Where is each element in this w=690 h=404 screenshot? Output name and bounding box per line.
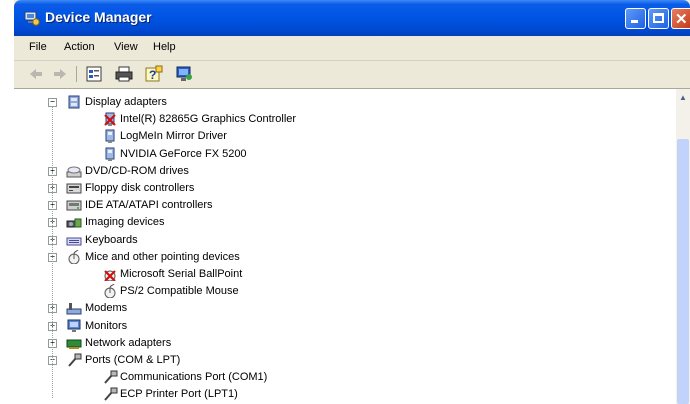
tree-category[interactable]: + IDE ATA/ATAPI controllers — [14, 197, 674, 214]
tree-category[interactable]: + Network adapters — [14, 335, 674, 352]
tree-category[interactable]: + DVD/CD-ROM drives — [14, 163, 674, 180]
tree-item-label: Keyboards — [85, 233, 138, 246]
tree-guide-line — [52, 106, 53, 399]
cdrom-icon — [66, 166, 82, 178]
svg-text:?: ? — [149, 68, 156, 82]
tree-item-label: DVD/CD-ROM drives — [85, 164, 189, 177]
forward-arrow-icon[interactable] — [50, 65, 70, 83]
network-adapter-icon — [66, 339, 82, 349]
tree-item-label: Modems — [85, 302, 128, 315]
window-title: Device Manager — [45, 9, 152, 25]
tree-device[interactable]: LogMeIn Mirror Driver — [14, 128, 674, 145]
tree-item-label: PS/2 Compatible Mouse — [120, 285, 239, 298]
tree-item-label: Monitors — [85, 319, 128, 332]
tree-item-label: Microsoft Serial BallPoint — [120, 268, 243, 280]
back-arrow-icon[interactable] — [26, 65, 46, 83]
mouse-icon — [68, 249, 80, 264]
help-icon[interactable]: ? — [144, 65, 164, 83]
mouse-disabled-icon — [104, 270, 116, 281]
device-tree[interactable]: − Display adapters Intel(R) 82865G Graphic… — [14, 89, 676, 404]
monitor-icon — [67, 319, 81, 332]
display-device-icon — [105, 129, 115, 144]
scroll-up-icon[interactable]: ▲ — [679, 93, 687, 102]
tree-item-label: NVIDIA GeForce FX 5200 — [120, 147, 247, 160]
tree-item-label: Mice and other pointing devices — [85, 250, 240, 263]
tree-category[interactable]: − Mice and other pointing devices — [14, 249, 674, 266]
floppy-controller-icon — [66, 183, 82, 194]
close-button[interactable]: ✕ — [671, 8, 690, 29]
tree-category[interactable]: − Display adapters — [14, 94, 674, 111]
tree-category[interactable]: + Imaging devices — [14, 214, 674, 231]
title-bar[interactable]: Device Manager ✕ — [14, 0, 690, 36]
port-icon — [68, 353, 82, 367]
tree-category[interactable]: + Keyboards — [14, 232, 674, 249]
minimize-button[interactable] — [625, 8, 646, 29]
properties-icon[interactable] — [84, 65, 104, 83]
tree-category[interactable]: + Modems — [14, 300, 674, 317]
tree-device[interactable]: Intel(R) 82865G Graphics Controller — [14, 111, 674, 128]
scan-hardware-icon[interactable] — [174, 65, 194, 83]
port-icon — [104, 370, 118, 384]
tree-item-label: Ports (COM & LPT) — [85, 354, 181, 366]
tree-item-label: ECP Printer Port (LPT1) — [120, 388, 238, 401]
display-adapter-icon — [68, 95, 80, 109]
maximize-button[interactable] — [648, 8, 669, 29]
toolbar-separator — [76, 66, 77, 82]
vertical-scrollbar[interactable]: ▲ — [676, 89, 690, 404]
tree-device[interactable]: Communications Port (COM1) — [14, 369, 674, 386]
tree-item-label: Intel(R) 82865G Graphics Controller — [120, 113, 297, 126]
menu-bar: File Action View Help — [14, 36, 690, 61]
maximize-icon — [653, 13, 664, 23]
menu-file[interactable]: File — [29, 41, 47, 53]
mouse-icon — [104, 284, 116, 299]
tree-item-label: Display adapters — [85, 96, 167, 108]
tree-item-label: IDE ATA/ATAPI controllers — [85, 199, 213, 212]
menu-view[interactable]: View — [114, 41, 138, 53]
device-manager-icon — [24, 11, 40, 26]
tree-category[interactable]: − Ports (COM & LPT) — [14, 352, 674, 369]
port-icon — [104, 387, 118, 402]
print-icon[interactable] — [114, 65, 134, 83]
tree-category[interactable]: + Monitors — [14, 318, 674, 335]
tree-item-label: LogMeIn Mirror Driver — [120, 130, 227, 143]
menu-help[interactable]: Help — [153, 41, 176, 53]
toolbar: ? — [14, 61, 690, 89]
modem-icon — [66, 303, 82, 315]
ide-controller-icon — [66, 200, 82, 211]
tree-item-label: Floppy disk controllers — [85, 182, 195, 194]
tree-device[interactable]: PS/2 Compatible Mouse — [14, 283, 674, 300]
tree-item-label: Network adapters — [85, 336, 172, 349]
tree-device[interactable]: ECP Printer Port (LPT1) — [14, 386, 674, 403]
close-icon: ✕ — [675, 11, 688, 28]
tree-item-label: Imaging devices — [85, 216, 165, 229]
tree-device[interactable]: Microsoft Serial BallPoint — [14, 266, 674, 283]
device-manager-window: Device Manager ✕ File Action View Help ?… — [14, 0, 690, 404]
scroll-thumb[interactable] — [677, 139, 689, 404]
keyboard-icon — [66, 237, 82, 246]
tree-device[interactable]: NVIDIA GeForce FX 5200 — [14, 146, 674, 163]
tree-item-label: Communications Port (COM1) — [120, 371, 268, 384]
minimize-icon — [631, 20, 638, 23]
imaging-device-icon — [66, 218, 82, 228]
tree-category[interactable]: + Floppy disk controllers — [14, 180, 674, 197]
display-device-icon — [105, 147, 115, 161]
display-device-disabled-icon — [104, 112, 116, 127]
menu-action[interactable]: Action — [64, 41, 95, 53]
